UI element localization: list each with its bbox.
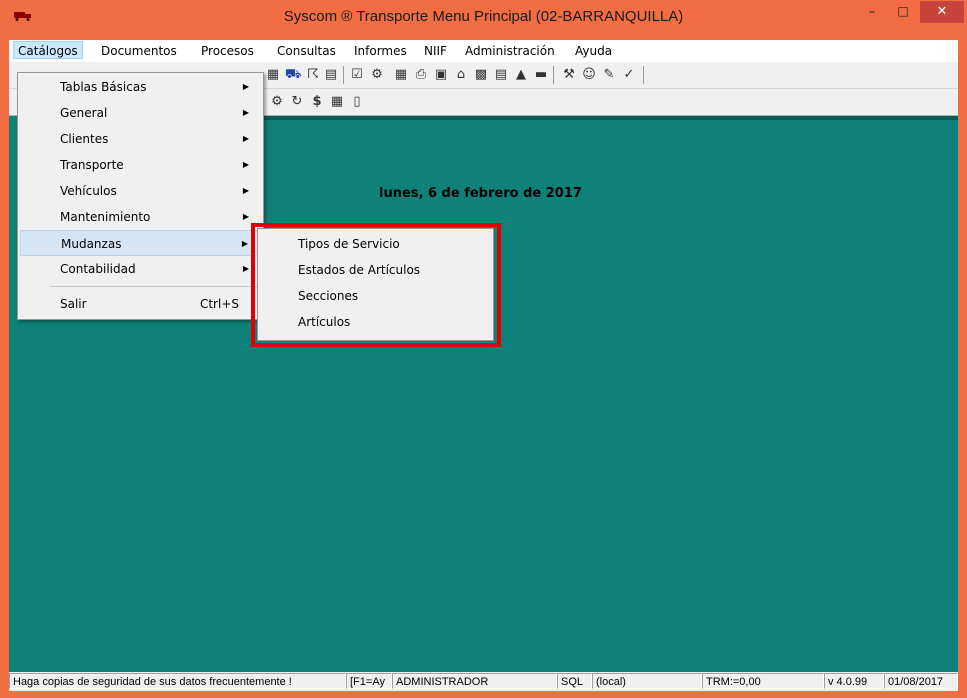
- checklist-icon[interactable]: ☑: [349, 67, 365, 83]
- status-user: ADMINISTRADOR: [392, 673, 557, 689]
- chart-doc-icon[interactable]: ▩: [473, 67, 489, 83]
- chevron-right-icon: ▶: [242, 186, 249, 195]
- menu-item-vehiculos[interactable]: Vehículos ▶: [20, 178, 261, 204]
- report-icon[interactable]: ▤: [493, 67, 509, 83]
- status-bar: Haga copias de seguridad de sus datos fr…: [9, 672, 958, 691]
- window-title: Syscom ® Transporte Menu Principal (02-B…: [283, 8, 684, 25]
- menu-item-salir[interactable]: Salir Ctrl+S: [20, 291, 261, 317]
- chevron-right-icon: ▶: [242, 160, 249, 169]
- menu-informes[interactable]: Informes: [350, 43, 411, 59]
- toolbar-separator: [343, 66, 344, 84]
- catalogos-dropdown: Tablas Básicas ▶ General ▶ Clientes ▶ Tr…: [17, 72, 264, 320]
- menu-documentos[interactable]: Documentos: [97, 43, 181, 59]
- document-icon[interactable]: ▯: [349, 94, 365, 110]
- menu-item-label: General: [60, 106, 108, 120]
- menu-consultas[interactable]: Consultas: [273, 43, 340, 59]
- calculator-small-icon[interactable]: ▦: [329, 94, 345, 110]
- status-version: v 4.0.99: [824, 673, 884, 689]
- dollar-icon[interactable]: $: [309, 94, 325, 110]
- menu-bar: Catálogos Documentos Procesos Consultas …: [9, 40, 958, 62]
- users-icon[interactable]: ☺: [581, 67, 597, 83]
- menu-item-clientes[interactable]: Clientes ▶: [20, 126, 261, 152]
- menu-item-mantenimiento[interactable]: Mantenimiento ▶: [20, 204, 261, 230]
- menu-item-label: Transporte: [60, 158, 124, 172]
- chevron-right-icon: ▶: [242, 108, 249, 117]
- status-trm: TRM:=0,00: [702, 673, 824, 689]
- shortcut-label: Ctrl+S: [199, 297, 239, 311]
- menu-item-label: Contabilidad: [60, 262, 136, 276]
- menu-item-label: Vehículos: [60, 184, 117, 198]
- house-doc-icon[interactable]: ⌂: [453, 67, 469, 83]
- title-bar[interactable]: Syscom ® Transporte Menu Principal (02-B…: [0, 0, 967, 40]
- current-date: lunes, 6 de febrero de 2017: [379, 186, 582, 201]
- maximize-button[interactable]: □: [888, 4, 918, 30]
- menu-item-tablas-basicas[interactable]: Tablas Básicas ▶: [20, 74, 261, 100]
- menu-item-contabilidad[interactable]: Contabilidad ▶: [20, 256, 261, 282]
- highlight-annotation: [251, 223, 501, 347]
- menu-administracion[interactable]: Administración: [461, 43, 559, 59]
- close-button[interactable]: ✕: [920, 1, 964, 23]
- menu-catalogos[interactable]: Catálogos: [13, 41, 83, 59]
- status-db: SQL: [557, 673, 592, 689]
- menu-item-label: Mudanzas: [61, 237, 122, 251]
- chevron-right-icon: ▶: [242, 82, 249, 91]
- table-edit-icon[interactable]: ▦: [265, 67, 281, 83]
- printer-icon[interactable]: ⎙: [413, 67, 429, 83]
- toolbar-separator: [643, 66, 644, 84]
- app-window: Syscom ® Transporte Menu Principal (02-B…: [0, 0, 967, 698]
- export-icon[interactable]: ▲: [513, 67, 529, 83]
- chevron-right-icon: ▶: [242, 264, 249, 273]
- chevron-right-icon: ▶: [242, 134, 249, 143]
- menu-niif[interactable]: NIIF: [420, 43, 451, 59]
- save-icon[interactable]: ▣: [433, 67, 449, 83]
- chevron-right-icon: ▶: [242, 212, 249, 221]
- status-date: 01/08/2017: [884, 673, 958, 689]
- menu-procesos[interactable]: Procesos: [197, 43, 258, 59]
- book-icon[interactable]: ▤: [323, 67, 339, 83]
- calculator-icon[interactable]: ▦: [393, 67, 409, 83]
- menu-separator: [50, 286, 258, 287]
- truck-tool-icon[interactable]: ⛟: [285, 67, 301, 83]
- menu-item-label: Mantenimiento: [60, 210, 151, 224]
- banner-strip: [254, 116, 958, 120]
- toolbar-separator: [553, 66, 554, 84]
- vehicle-list-icon[interactable]: ▬: [533, 67, 549, 83]
- minimize-button[interactable]: –: [857, 4, 887, 30]
- status-message: Haga copias de seguridad de sus datos fr…: [9, 673, 346, 689]
- tools-icon[interactable]: ⚒: [561, 67, 577, 83]
- chevron-right-icon: ▶: [241, 239, 248, 248]
- refresh-icon[interactable]: ↻: [289, 94, 305, 110]
- menu-item-label: Clientes: [60, 132, 109, 146]
- menu-item-label: Salir: [60, 297, 87, 311]
- sign-icon[interactable]: ✓: [621, 67, 637, 83]
- menu-item-transporte[interactable]: Transporte ▶: [20, 152, 261, 178]
- menu-item-label: Tablas Básicas: [60, 80, 147, 94]
- status-server: (local): [592, 673, 702, 689]
- user-config-icon[interactable]: ⚙: [269, 94, 285, 110]
- edit-form-icon[interactable]: ✎: [601, 67, 617, 83]
- delivery-icon[interactable]: ⚙: [369, 67, 385, 83]
- menu-item-general[interactable]: General ▶: [20, 100, 261, 126]
- driver-icon[interactable]: ☈: [305, 67, 321, 83]
- status-help: [F1=Ay: [346, 673, 392, 689]
- menu-item-mudanzas[interactable]: Mudanzas ▶: [20, 230, 261, 256]
- menu-ayuda[interactable]: Ayuda: [571, 43, 616, 59]
